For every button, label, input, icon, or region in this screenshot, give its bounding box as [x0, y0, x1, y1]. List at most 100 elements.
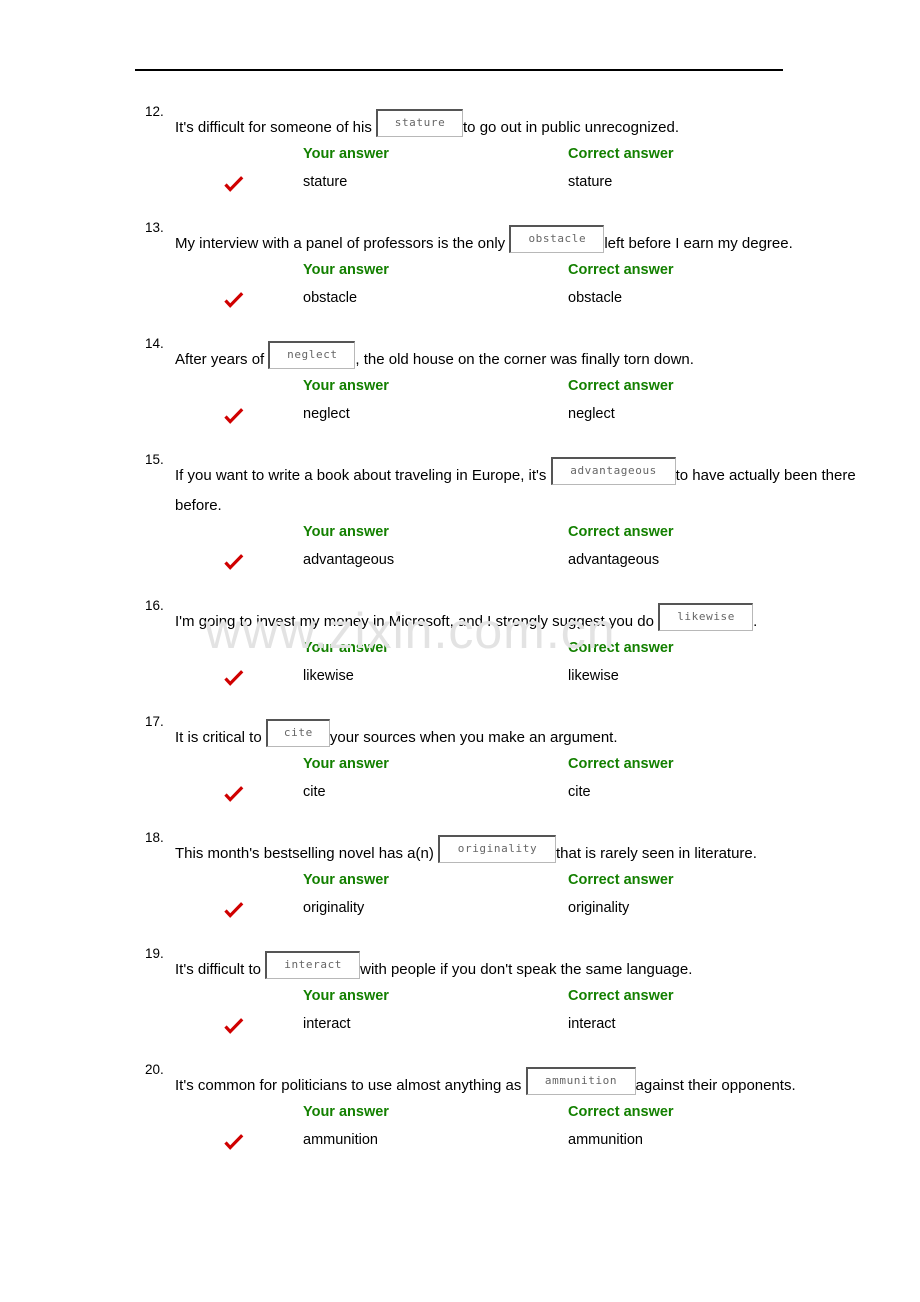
check-mark-icon [223, 552, 245, 574]
sentence-text-before: It is critical to [175, 729, 266, 746]
header-divider [135, 69, 783, 71]
check-mark-icon [223, 1132, 245, 1154]
your-answer-value: obstacle [303, 290, 358, 306]
correct-answer-value: neglect [568, 406, 615, 422]
question-item: 16. I'm going to invest my money in Micro… [0, 598, 920, 712]
your-answer-value: likewise [303, 668, 354, 684]
sentence-text-after: your sources when you make an argument. [329, 729, 618, 746]
question-sentence: If you want to write a book about travel… [145, 457, 900, 521]
correct-answer-value: obstacle [568, 290, 623, 306]
sentence-text-after: against their opponents. [635, 1077, 796, 1094]
your-answer-header: Your answer [303, 146, 389, 162]
sentence-text-after: to go out in public unrecognized. [463, 119, 679, 136]
correct-answer-header: Correct answer [568, 988, 674, 1004]
answer-blank-input[interactable]: likewise [658, 603, 754, 632]
question-sentence: It's difficult for someone of his statur… [145, 109, 900, 143]
correct-answer-value: originality [568, 900, 630, 916]
answer-blank-input[interactable]: obstacle [509, 225, 605, 254]
check-mark-icon [223, 406, 245, 428]
question-item: 15. If you want to write a book about tra… [0, 452, 920, 596]
answer-blank-input[interactable]: neglect [268, 341, 356, 370]
answer-comparison: Your answer Correct answer advantageous adv… [145, 524, 900, 596]
your-answer-header: Your answer [303, 988, 389, 1004]
your-answer-value: stature [303, 174, 348, 190]
correct-answer-value: likewise [568, 668, 619, 684]
answer-blank-input[interactable]: originality [438, 835, 556, 864]
answer-comparison: Your answer Correct answer ammunition ammun… [145, 1104, 900, 1176]
question-item: 17. It is critical to cite your sources wh… [0, 714, 920, 828]
exam-results-page: www.zixin.com.cn 12. It's difficult for s… [0, 0, 920, 1302]
question-item: 14. After years of neglect, the old house… [0, 336, 920, 450]
question-item: 18. This month's bestselling novel has a(… [0, 830, 920, 944]
check-mark-icon [223, 290, 245, 312]
check-mark-icon [223, 900, 245, 922]
answer-blank-input[interactable]: interact [265, 951, 361, 980]
correct-answer-header: Correct answer [568, 262, 674, 278]
correct-answer-value: interact [568, 1016, 616, 1032]
correct-answer-header: Correct answer [568, 378, 674, 394]
sentence-text-after: that is rarely seen in literature. [556, 845, 757, 862]
question-sentence: It is critical to cite your sources when … [145, 719, 900, 753]
answer-blank-input[interactable]: advantageous [550, 457, 676, 486]
answer-comparison: Your answer Correct answer originality orig… [145, 872, 900, 944]
sentence-text-after: with people if you don't speak the same … [360, 961, 693, 978]
sentence-text-before: My interview with a panel of professors … [175, 235, 510, 252]
answer-blank-input[interactable]: cite [265, 719, 330, 748]
correct-answer-value: cite [568, 784, 591, 800]
answer-comparison: Your answer Correct answer cite cite [145, 756, 900, 828]
your-answer-header: Your answer [303, 756, 389, 772]
check-mark-icon [223, 784, 245, 806]
question-item: 20. It's common for politicians to use al… [0, 1062, 920, 1176]
answer-blank-input[interactable]: ammunition [525, 1067, 636, 1096]
sentence-text-before: It's difficult to [175, 961, 266, 978]
question-sentence: I'm going to invest my money in Microsof… [145, 603, 900, 637]
your-answer-value: advantageous [303, 552, 395, 568]
correct-answer-header: Correct answer [568, 872, 674, 888]
your-answer-header: Your answer [303, 1104, 389, 1120]
correct-answer-value: ammunition [568, 1132, 643, 1148]
your-answer-value: cite [303, 784, 326, 800]
question-item: 19. It's difficult to interact with people… [0, 946, 920, 1060]
check-mark-icon [223, 174, 245, 196]
correct-answer-header: Correct answer [568, 640, 674, 656]
question-list: 12. It's difficult for someone of his sta… [0, 104, 920, 1178]
question-item: 12. It's difficult for someone of his sta… [0, 104, 920, 218]
question-sentence: After years of neglect, the old house on… [145, 341, 900, 375]
answer-blank-input[interactable]: stature [376, 109, 464, 138]
sentence-text-before: After years of [175, 351, 269, 368]
answer-comparison: Your answer Correct answer stature stature [145, 146, 900, 218]
your-answer-value: interact [303, 1016, 351, 1032]
question-sentence: This month's bestselling novel has a(n) … [145, 835, 900, 869]
sentence-text-before: I'm going to invest my money in Microsof… [175, 613, 659, 630]
check-mark-icon [223, 668, 245, 690]
your-answer-header: Your answer [303, 640, 389, 656]
question-sentence: It's common for politicians to use almos… [145, 1067, 900, 1101]
correct-answer-header: Correct answer [568, 756, 674, 772]
answer-comparison: Your answer Correct answer interact interac… [145, 988, 900, 1060]
correct-answer-value: advantageous [568, 552, 660, 568]
your-answer-value: ammunition [303, 1132, 378, 1148]
your-answer-header: Your answer [303, 262, 389, 278]
your-answer-header: Your answer [303, 872, 389, 888]
your-answer-value: originality [303, 900, 365, 916]
question-sentence: My interview with a panel of professors … [145, 225, 900, 259]
answer-comparison: Your answer Correct answer obstacle obstacl… [145, 262, 900, 334]
sentence-text-after: . [753, 613, 758, 630]
your-answer-header: Your answer [303, 378, 389, 394]
correct-answer-header: Correct answer [568, 146, 674, 162]
your-answer-header: Your answer [303, 524, 389, 540]
sentence-text-before: It's difficult for someone of his [175, 119, 377, 136]
correct-answer-value: stature [568, 174, 613, 190]
correct-answer-header: Correct answer [568, 1104, 674, 1120]
answer-comparison: Your answer Correct answer likewise likewis… [145, 640, 900, 712]
sentence-text-after: , the old house on the corner was finall… [355, 351, 694, 368]
sentence-text-before: This month's bestselling novel has a(n) [175, 845, 438, 862]
your-answer-value: neglect [303, 406, 350, 422]
sentence-text-before: If you want to write a book about travel… [175, 467, 551, 484]
sentence-text-after: left before I earn my degree. [604, 235, 793, 252]
correct-answer-header: Correct answer [568, 524, 674, 540]
question-item: 13. My interview with a panel of professo… [0, 220, 920, 334]
sentence-text-before: It's common for politicians to use almos… [175, 1077, 526, 1094]
answer-comparison: Your answer Correct answer neglect neglect [145, 378, 900, 450]
question-sentence: It's difficult to interact with people if… [145, 951, 900, 985]
